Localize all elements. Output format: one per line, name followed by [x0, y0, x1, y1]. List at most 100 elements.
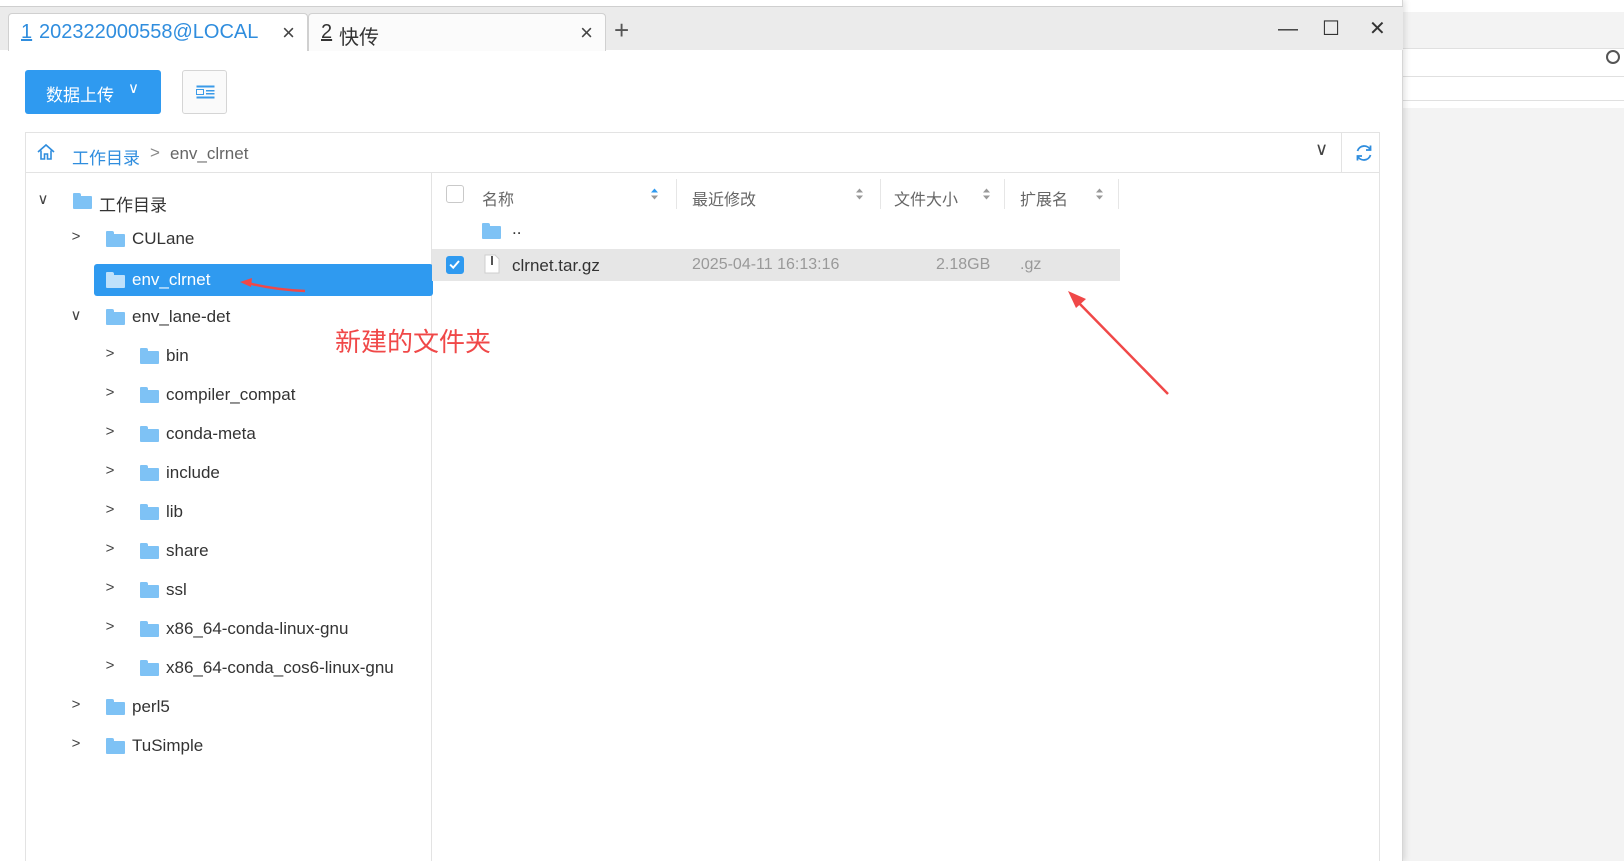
sort-icon[interactable] — [650, 187, 659, 201]
file-size: 2.18GB — [936, 256, 991, 273]
chevron-right-icon[interactable]: > — [69, 228, 83, 245]
chevron-right-icon[interactable]: > — [69, 696, 83, 713]
maximize-icon[interactable]: ☐ — [1322, 17, 1340, 41]
row-checkbox[interactable] — [446, 256, 464, 274]
tree-node-label: CULane — [132, 229, 195, 248]
chevron-down-icon[interactable]: ∨ — [1315, 139, 1328, 160]
chevron-down-icon: ∨ — [128, 80, 139, 97]
tree-node-label: conda-meta — [166, 424, 256, 443]
folder-icon — [140, 504, 159, 520]
breadcrumb-separator: > — [150, 143, 160, 162]
upload-data-button[interactable]: 数据上传 ∨ — [25, 70, 161, 114]
chevron-right-icon[interactable]: > — [103, 501, 117, 518]
minimize-icon[interactable]: — — [1278, 17, 1298, 41]
chevron-right-icon[interactable]: > — [103, 579, 117, 596]
folder-icon — [106, 231, 125, 247]
directory-tree: ∨ 工作目录 > CULane env_clrnet ∨ env_lane-de… — [25, 173, 433, 861]
tree-node-ssl[interactable]: > ssl — [26, 576, 426, 606]
folder-icon — [140, 660, 159, 676]
close-window-icon[interactable]: ✕ — [1369, 17, 1386, 41]
folder-icon — [106, 738, 125, 754]
toggle-layout-button[interactable] — [182, 70, 227, 114]
chevron-right-icon[interactable]: > — [69, 735, 83, 752]
sort-icon[interactable] — [855, 187, 864, 201]
tree-node-label: env_clrnet — [132, 270, 211, 289]
column-header-modified[interactable]: 最近修改 — [692, 173, 872, 215]
close-icon[interactable]: × — [282, 21, 295, 45]
background-window — [1400, 0, 1624, 861]
column-header-extension[interactable]: 扩展名 — [1020, 173, 1120, 215]
sort-icon[interactable] — [982, 187, 991, 201]
list-view-icon — [196, 85, 215, 99]
tree-node-include[interactable]: > include — [26, 459, 426, 489]
folder-icon — [140, 426, 159, 442]
tab-quick-transfer[interactable]: 2 快传 × — [308, 13, 606, 51]
chevron-right-icon[interactable]: > — [103, 423, 117, 440]
column-header-label: 名称 — [482, 192, 515, 209]
tree-node-tusimple[interactable]: > TuSimple — [26, 732, 426, 762]
column-header-name[interactable]: 名称 — [482, 173, 672, 215]
chevron-right-icon[interactable]: > — [103, 384, 117, 401]
select-all-checkbox[interactable] — [446, 185, 464, 203]
tree-node-x86-64-conda-linux-gnu[interactable]: > x86_64-conda-linux-gnu — [26, 615, 426, 645]
tree-node-label: include — [166, 463, 220, 482]
tree-node-root[interactable]: ∨ 工作目录 — [26, 187, 426, 217]
tree-node-lib[interactable]: > lib — [26, 498, 426, 528]
chevron-right-icon[interactable]: > — [103, 540, 117, 557]
divider — [880, 179, 881, 209]
column-header-size[interactable]: 文件大小 — [894, 173, 1004, 215]
tree-node-culane[interactable]: > CULane — [26, 225, 426, 255]
tree-node-label: x86_64-conda-linux-gnu — [166, 619, 349, 638]
chevron-down-icon[interactable]: ∨ — [69, 306, 83, 324]
tree-node-compiler-compat[interactable]: > compiler_compat — [26, 381, 426, 411]
search-icon — [1606, 50, 1620, 64]
tree-node-label: perl5 — [132, 697, 170, 716]
divider — [676, 179, 677, 209]
tab-title: 快传 — [339, 27, 379, 49]
divider — [1341, 133, 1342, 172]
folder-icon — [140, 543, 159, 559]
tree-node-label: TuSimple — [132, 736, 204, 755]
chevron-right-icon[interactable]: > — [103, 462, 117, 479]
folder-icon — [482, 223, 501, 239]
tree-node-label: share — [166, 541, 209, 560]
divider — [1400, 100, 1624, 101]
sort-icon[interactable] — [1095, 187, 1104, 201]
tree-node-label: compiler_compat — [166, 385, 296, 404]
tab-number: 1 — [21, 21, 33, 43]
file-extension: .gz — [1020, 256, 1042, 273]
tree-node-label: bin — [166, 346, 189, 365]
tree-node-label: 工作目录 — [99, 196, 167, 215]
tab-title: 202322000558@LOCAL — [39, 21, 259, 43]
annotation-label: 新建的文件夹 — [335, 327, 492, 357]
close-icon[interactable]: × — [580, 21, 593, 45]
home-icon[interactable] — [36, 142, 56, 162]
tree-node-share[interactable]: > share — [26, 537, 426, 567]
chevron-down-icon[interactable]: ∨ — [36, 190, 50, 208]
chevron-right-icon[interactable]: > — [103, 657, 117, 674]
column-header-label: 文件大小 — [894, 192, 959, 209]
tab-local[interactable]: 1 202322000558@LOCAL × — [8, 13, 308, 51]
background-panel — [1400, 48, 1624, 108]
folder-icon — [106, 272, 125, 288]
tree-node-conda-meta[interactable]: > conda-meta — [26, 420, 426, 450]
chevron-right-icon[interactable]: > — [103, 618, 117, 635]
divider — [1400, 76, 1624, 77]
tree-node-env-clrnet[interactable]: env_clrnet — [94, 264, 433, 296]
tree-node-label: env_lane-det — [132, 307, 231, 326]
folder-icon — [140, 582, 159, 598]
title-bar: 1 202322000558@LOCAL × 2 快传 × + — ☐ ✕ — [0, 6, 1403, 51]
parent-directory-row[interactable]: .. — [432, 215, 1120, 247]
breadcrumb-current: env_clrnet — [170, 144, 249, 163]
tree-node-perl5[interactable]: > perl5 — [26, 693, 426, 723]
chevron-right-icon[interactable]: > — [103, 345, 117, 362]
table-row[interactable]: clrnet.tar.gz 2025-04-11 16:13:16 2.18GB… — [432, 249, 1120, 281]
add-tab-icon[interactable]: + — [614, 17, 629, 43]
divider — [1400, 48, 1624, 49]
breadcrumb-root[interactable]: 工作目录 — [72, 144, 140, 169]
file-name: .. — [512, 219, 522, 238]
file-modified: 2025-04-11 16:13:16 — [692, 256, 840, 273]
tree-node-x86-64-conda-cos6-linux-gnu[interactable]: > x86_64-conda_cos6-linux-gnu — [26, 654, 426, 684]
refresh-icon[interactable] — [1353, 142, 1375, 164]
file-name: clrnet.tar.gz — [512, 256, 600, 275]
